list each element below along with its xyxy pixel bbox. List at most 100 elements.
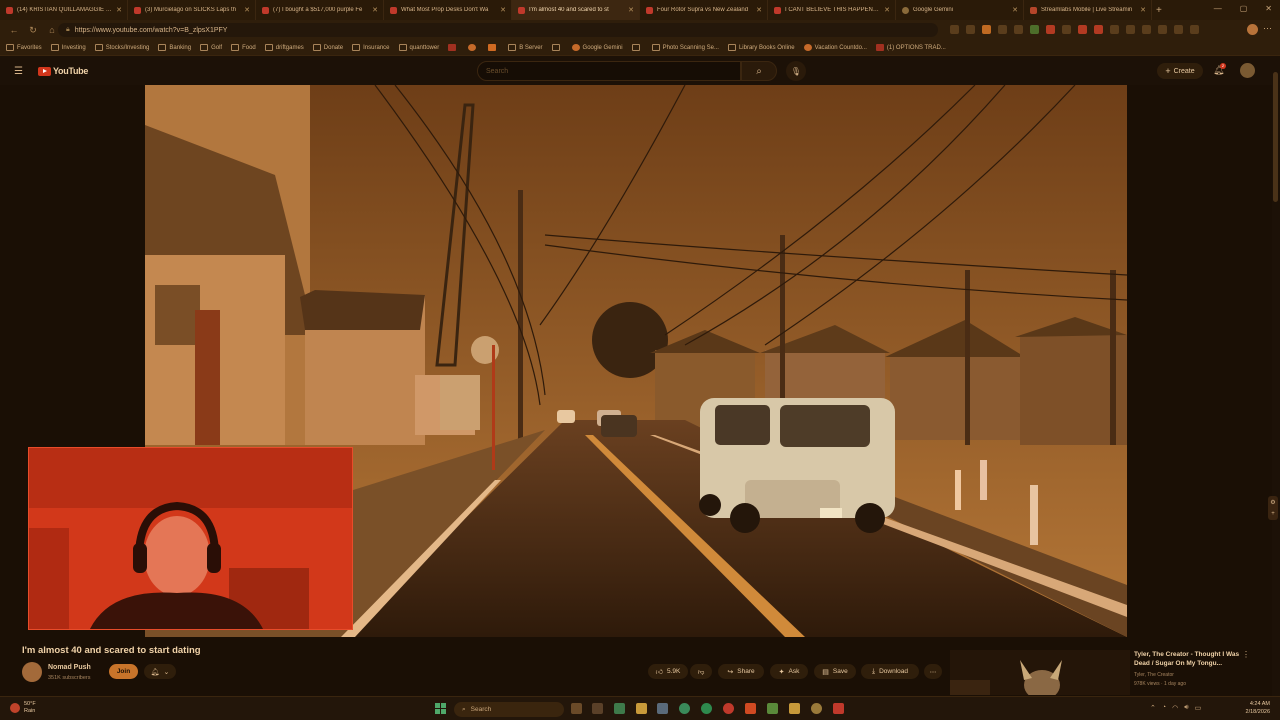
extension-icon[interactable] (1046, 25, 1055, 34)
bookmark-folder[interactable]: Insurance (352, 44, 390, 51)
search-input[interactable]: Search (477, 61, 741, 81)
reload-icon[interactable]: ↻ (28, 25, 38, 36)
bookmark-folder[interactable]: Golf (200, 44, 222, 51)
share-button[interactable]: ↪ Share (718, 664, 764, 679)
close-tab-icon[interactable]: ✕ (1140, 6, 1146, 14)
account-avatar[interactable] (1240, 63, 1255, 78)
edge-icon[interactable] (679, 703, 690, 714)
bookmark-item[interactable]: Vacation Countdo... (803, 44, 867, 51)
extension-icon[interactable] (1174, 25, 1183, 34)
network-icon[interactable]: ◔ (1162, 704, 1166, 712)
bookmark-item[interactable] (468, 44, 479, 51)
extension-icon[interactable] (1062, 25, 1071, 34)
app-icon[interactable] (614, 703, 625, 714)
close-tab-icon[interactable]: ✕ (756, 6, 762, 14)
new-tab-button[interactable]: + (1156, 5, 1162, 16)
weather-widget[interactable]: 50°F Rain (10, 701, 36, 715)
address-bar[interactable]: 🔒︎ https://www.youtube.com/watch?v=B_zlp… (58, 23, 938, 37)
like-button[interactable]: 👍︎ 5.9K (648, 664, 688, 679)
clock[interactable]: 4:24 AM 2/18/2026 (1236, 700, 1270, 716)
recommendation-title[interactable]: Tyler, The Creator - Thought I Was Dead … (1134, 650, 1244, 668)
extension-icon[interactable] (1110, 25, 1119, 34)
bookmark-item[interactable] (448, 44, 459, 51)
more-actions-button[interactable]: ⋯ (924, 664, 942, 679)
bookmark-item[interactable]: Library Books Online (727, 44, 795, 51)
extension-icon[interactable] (982, 25, 991, 34)
close-tab-icon[interactable]: ✕ (500, 6, 506, 14)
close-tab-icon[interactable]: ✕ (116, 6, 122, 14)
recommendation-thumbnail[interactable] (950, 650, 1130, 695)
profile-avatar[interactable] (1247, 24, 1258, 35)
taskview-icon[interactable] (571, 703, 582, 714)
channel-avatar[interactable] (22, 662, 42, 682)
side-panel-toggle[interactable]: ⚙ + (1268, 496, 1278, 520)
back-icon[interactable]: ← (9, 25, 19, 35)
chevron-up-icon[interactable]: ⌃ (1150, 704, 1156, 712)
minimize-icon[interactable]: — (1214, 4, 1222, 13)
close-tab-icon[interactable]: ✕ (1012, 6, 1018, 14)
recommendation-channel[interactable]: Tyler, The Creator (1134, 672, 1174, 678)
ask-button[interactable]: ✦ Ask (770, 664, 808, 679)
search-button[interactable]: ⌕ (741, 61, 777, 81)
extension-icon[interactable] (1094, 25, 1103, 34)
download-button[interactable]: ⤓ Download (861, 664, 919, 679)
extension-icon[interactable] (1158, 25, 1167, 34)
extension-icon[interactable] (1190, 25, 1199, 34)
close-tab-icon[interactable]: ✕ (628, 6, 634, 14)
scrollbar-thumb[interactable] (1273, 72, 1278, 202)
bookmark-item[interactable]: Google Gemini (571, 44, 623, 51)
bookmark-item[interactable] (551, 44, 563, 51)
menu-icon[interactable]: ☰ (14, 66, 23, 77)
bookmark-folder[interactable]: Investing (50, 44, 86, 51)
mail-icon[interactable] (657, 703, 668, 714)
tab[interactable]: (14) KRISTIAN QUILLAMAGGIE - N ✕ (0, 0, 128, 20)
bookmark-folder[interactable]: quanttower (398, 44, 439, 51)
tab[interactable]: Four Rotor Supra vs New Zealand ✕ (640, 0, 768, 20)
close-window-icon[interactable]: ✕ (1265, 4, 1272, 13)
extension-icon[interactable] (1078, 25, 1087, 34)
bookmark-item[interactable] (488, 44, 499, 51)
extension-icon[interactable] (1142, 25, 1151, 34)
tab[interactable]: Streamlabs Mobile | Live Streamin ✕ (1024, 0, 1152, 20)
file-explorer-icon[interactable] (636, 703, 647, 714)
taskbar-search[interactable]: ⌕ Search (454, 702, 564, 717)
channel-name[interactable]: Nomad Push (48, 664, 91, 671)
bookmark-folder[interactable]: driftgames (264, 44, 304, 51)
bookmark-item[interactable]: (1) OPTIONS TRAD... (875, 44, 946, 51)
more-options-icon[interactable]: ⋮ (1242, 650, 1250, 659)
bookmark-item[interactable] (631, 44, 643, 51)
bookmark-folder[interactable]: Food (231, 44, 256, 51)
tab[interactable]: I CANT BELIEVE THIS HAPPENED - ✕ (768, 0, 896, 20)
app-icon[interactable] (767, 703, 778, 714)
bookmark-item[interactable]: Photo Scanning Se... (651, 44, 719, 51)
extension-icon[interactable] (1126, 25, 1135, 34)
wifi-icon[interactable]: ◠ (1172, 704, 1178, 712)
chrome-icon[interactable] (701, 703, 712, 714)
browser-menu-icon[interactable]: ⋯ (1263, 23, 1272, 34)
app-icon[interactable] (811, 703, 822, 714)
extension-icon[interactable] (966, 25, 975, 34)
bookmark-item[interactable]: Favorites (6, 44, 42, 51)
subscribed-button[interactable]: 🔔︎ ⌄ (144, 664, 176, 679)
bookmark-folder[interactable]: Stocks/Investing (94, 44, 149, 51)
folder-icon[interactable] (789, 703, 800, 714)
dislike-button[interactable]: 👎︎ (690, 664, 712, 679)
bookmark-item[interactable]: B Server (508, 44, 543, 51)
bookmark-folder[interactable]: Banking (158, 44, 191, 51)
extension-icon[interactable] (1014, 25, 1023, 34)
close-tab-icon[interactable]: ✕ (244, 6, 250, 14)
settings-icon[interactable] (592, 703, 603, 714)
home-icon[interactable]: ⌂ (47, 25, 57, 35)
maximize-icon[interactable]: ▢ (1240, 4, 1248, 13)
start-button[interactable] (435, 703, 446, 714)
opera-icon[interactable] (723, 703, 734, 714)
volume-icon[interactable]: 🔊︎ (1184, 704, 1188, 712)
battery-icon[interactable]: ▭ (1195, 704, 1202, 712)
tab[interactable]: What Most Prop Desks Don't Wa ✕ (384, 0, 512, 20)
brave-icon[interactable] (745, 703, 756, 714)
tab[interactable]: (7) I bought a $517,000 purple Fe ✕ (256, 0, 384, 20)
extension-icon[interactable] (950, 25, 959, 34)
app-icon[interactable] (833, 703, 844, 714)
youtube-logo[interactable]: YouTube (38, 66, 88, 76)
create-button[interactable]: + Create (1157, 63, 1203, 79)
